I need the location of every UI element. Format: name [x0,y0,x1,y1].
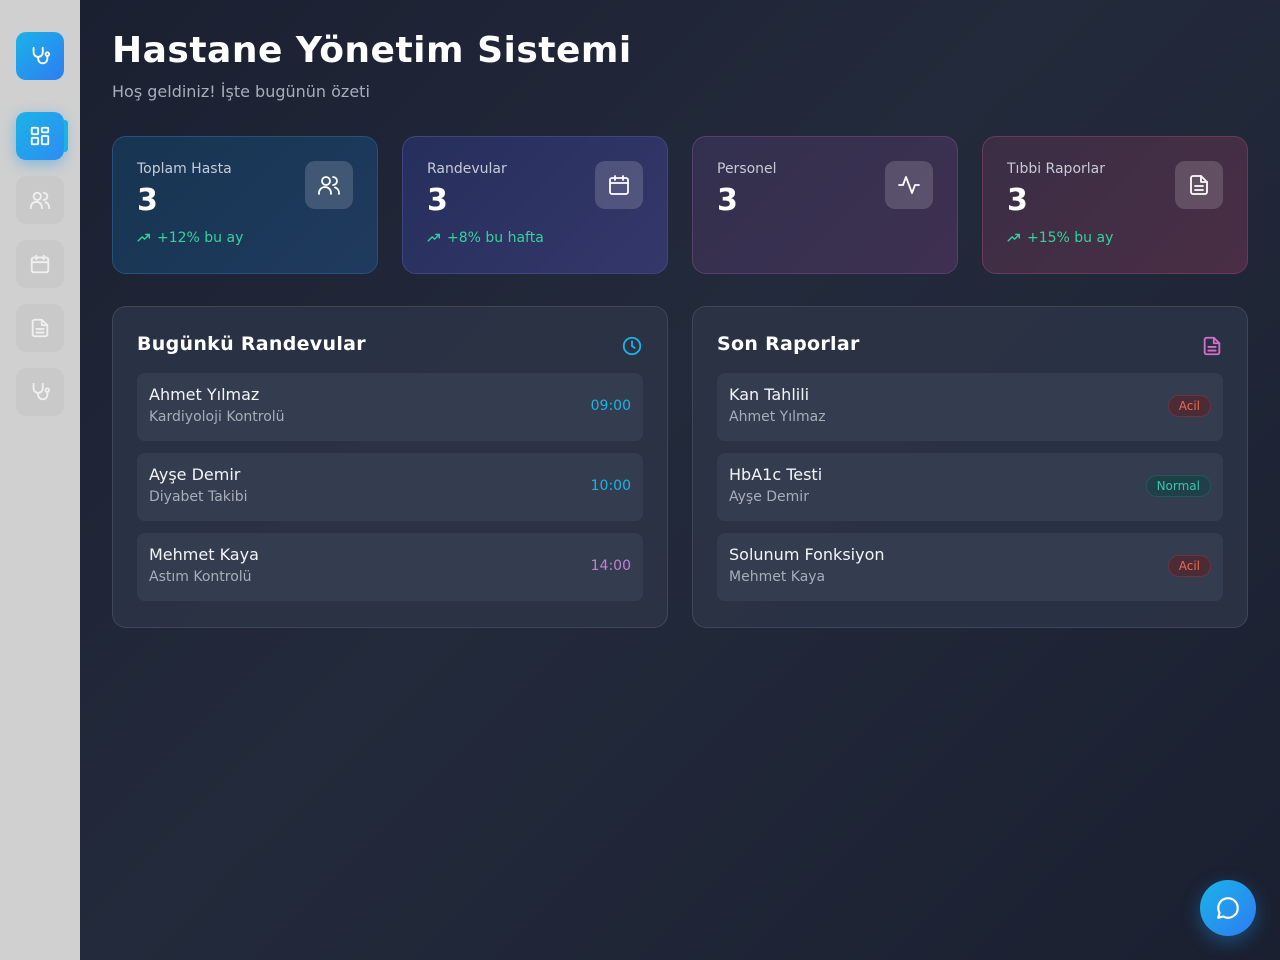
report-name: HbA1c Testi [729,465,823,484]
report-name: Kan Tahlili [729,385,810,404]
stat-card-appointments[interactable]: Randevular 3 +8% bu hafta [402,136,668,274]
status-badge: Acil [1167,555,1211,577]
appointment-time: 14:00 [590,558,631,574]
reports-list: Kan Tahlili Ahmet Yılmaz Acil HbA1c Test… [717,373,1223,601]
report-patient: Mehmet Kaya [729,569,826,585]
chat-button[interactable] [1200,880,1256,936]
appointment-time: 10:00 [590,478,631,494]
trending-up-icon [427,233,440,242]
appointments-panel: Bugünkü Randevular Ahmet Yılmaz Kardiyol… [112,306,668,628]
page-subtitle: Hoş geldiniz! İşte bugünün özeti [112,82,370,101]
appointment-detail: Kardiyoloji Kontrolü [149,409,285,425]
stat-trend: +12% bu ay [137,230,353,246]
sidebar-item-reports[interactable] [16,304,64,352]
page-title: Hastane Yönetim Sistemi [112,30,632,71]
stat-card-patients[interactable]: Toplam Hasta 3 +12% bu ay [112,136,378,274]
clock-icon [622,336,642,356]
sidebar [0,0,80,960]
stat-card-staff[interactable]: Personel 3 [692,136,958,274]
sidebar-item-patients[interactable] [16,176,64,224]
stat-icon [885,161,933,209]
appointments-list: Ahmet Yılmaz Kardiyoloji Kontrolü 09:00 … [137,373,643,601]
appointment-detail: Diyabet Takibi [149,489,248,505]
calendar-icon [609,175,629,195]
patient-name: Ayşe Demir [149,465,241,484]
stat-trend-text: +15% bu ay [1027,230,1114,246]
status-badge: Acil [1167,395,1211,417]
document-icon [1190,175,1208,195]
report-patient: Ayşe Demir [729,489,809,505]
appointment-time: 09:00 [590,398,631,414]
logo-button[interactable] [16,32,64,80]
patient-name: Mehmet Kaya [149,545,259,564]
stat-trend-text: +8% bu hafta [447,230,544,246]
users-icon [318,176,340,195]
stat-icon [305,161,353,209]
calendar-icon [30,254,50,274]
panel-title: Son Raporlar [717,333,860,355]
report-item[interactable]: Kan Tahlili Ahmet Yılmaz Acil [717,373,1223,441]
report-patient: Ahmet Yılmaz [729,409,826,425]
chat-icon [1217,897,1239,919]
stethoscope-icon [32,46,51,65]
stat-trend: +8% bu hafta [427,230,643,246]
sidebar-item-appointments[interactable] [16,240,64,288]
stethoscope-icon [32,382,51,401]
patient-name: Ahmet Yılmaz [149,385,260,404]
reports-panel: Son Raporlar Kan Tahlili Ahmet Yılmaz Ac… [692,306,1248,628]
activity-icon [898,176,920,194]
sidebar-item-staff[interactable] [16,368,64,416]
report-item[interactable]: HbA1c Testi Ayşe Demir Normal [717,453,1223,521]
stat-trend: +15% bu ay [1007,230,1223,246]
status-badge: Normal [1145,475,1211,497]
document-icon [31,318,49,338]
dashboard-icon [30,126,50,146]
stat-icon [1175,161,1223,209]
stat-trend-text: +12% bu ay [157,230,244,246]
panel-title: Bugünkü Randevular [137,333,366,355]
appointment-detail: Astım Kontrolü [149,569,252,585]
users-icon [29,191,51,210]
stat-icon [595,161,643,209]
stat-card-reports[interactable]: Tıbbi Raporlar 3 +15% bu ay [982,136,1248,274]
report-item[interactable]: Solunum Fonksiyon Mehmet Kaya Acil [717,533,1223,601]
trending-up-icon [1007,233,1020,242]
appointment-item[interactable]: Ahmet Yılmaz Kardiyoloji Kontrolü 09:00 [137,373,643,441]
report-name: Solunum Fonksiyon [729,545,885,564]
appointment-item[interactable]: Mehmet Kaya Astım Kontrolü 14:00 [137,533,643,601]
trending-up-icon [137,233,150,242]
appointment-item[interactable]: Ayşe Demir Diyabet Takibi 10:00 [137,453,643,521]
document-icon [1203,336,1221,356]
sidebar-item-dashboard[interactable] [16,112,68,160]
main-content: Hastane Yönetim Sistemi Hoş geldiniz! İş… [80,0,1280,960]
